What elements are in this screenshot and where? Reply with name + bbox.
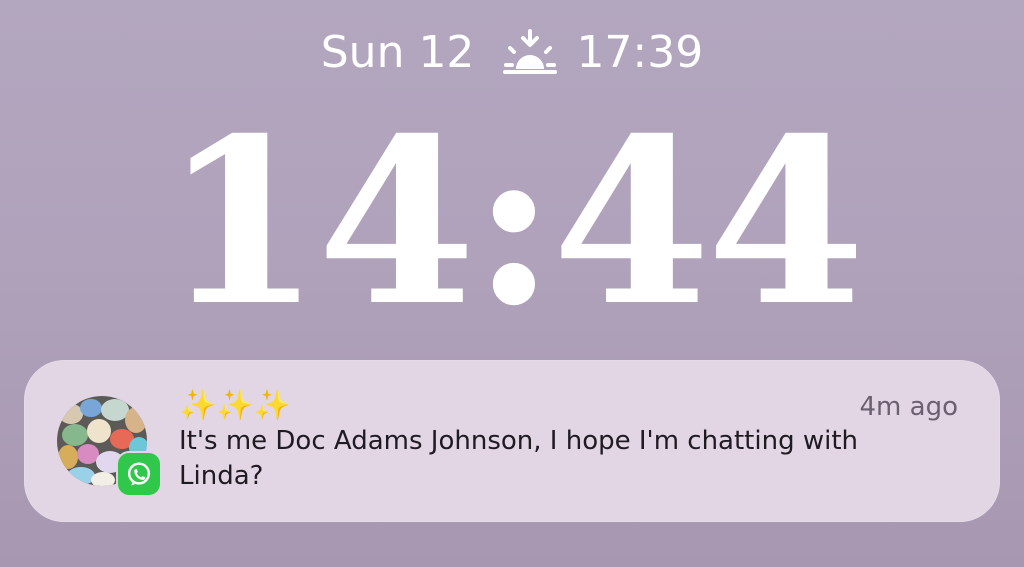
notification-time: 4m ago [859, 392, 958, 422]
whatsapp-icon [118, 453, 160, 495]
sunset-time: 17:39 [576, 26, 704, 78]
sunset-icon [502, 27, 558, 77]
notification-avatar-group [57, 396, 160, 495]
notification-card[interactable]: ✨✨✨ 4m ago It's me Doc Adams Johnson, I … [24, 360, 1000, 522]
lock-clock: 14:44 [162, 88, 866, 356]
lock-date: Sun 12 [320, 26, 475, 78]
notification-sender-name: ✨✨✨ [179, 388, 292, 423]
notification-message: It's me Doc Adams Johnson, I hope I'm ch… [179, 426, 859, 491]
lock-screen: Sun 12 17:39 14:44 ✨✨✨ 4m ago It's me Do… [0, 0, 1024, 567]
